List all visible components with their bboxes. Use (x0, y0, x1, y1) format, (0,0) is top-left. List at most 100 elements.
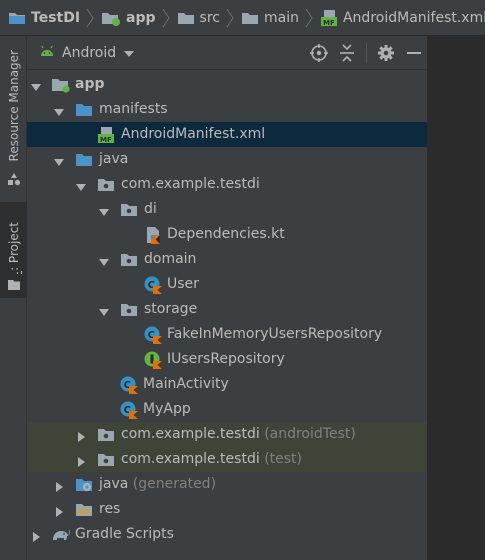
source-set-suffix: (test) (264, 451, 302, 467)
expand-arrow-icon[interactable] (54, 155, 64, 166)
kotlin-class-icon: C (144, 276, 162, 294)
tree-label: com.example.testdi (121, 176, 260, 192)
tree-label: Dependencies.kt (167, 226, 285, 242)
collapsed-arrow-icon[interactable] (54, 480, 64, 492)
breadcrumb-item-project[interactable]: TestDI (8, 0, 80, 36)
generated-suffix: (generated) (132, 476, 217, 492)
tree-label: Gradle Scripts (75, 526, 174, 542)
tree-node-gradle-scripts[interactable]: Gradle Scripts (27, 522, 427, 547)
toolbar-divider (366, 43, 367, 63)
chevron-right-icon (86, 8, 94, 28)
resource-manager-tab[interactable]: Resource Manager (0, 46, 27, 166)
kotlin-class-icon: C (144, 326, 162, 344)
kotlin-interface-icon (144, 351, 162, 369)
package-icon (97, 176, 115, 193)
breadcrumb-item-app[interactable]: app (101, 0, 156, 36)
tree-node-java-generated[interactable]: java (generated) (27, 472, 427, 497)
tree-node-di[interactable]: di (27, 197, 427, 222)
tree-node-package-test[interactable]: com.example.testdi (test) (27, 447, 427, 472)
folder-name: java (99, 476, 129, 492)
view-selector-dropdown[interactable]: Android (27, 44, 135, 61)
breadcrumb-src-label: src (199, 9, 220, 26)
chevron-right-icon (162, 8, 170, 28)
package-name: com.example.testdi (121, 451, 260, 467)
editor-area-edge (427, 36, 485, 560)
collapsed-arrow-icon[interactable] (54, 505, 64, 517)
tree-node-android-manifest[interactable]: MF AndroidManifest.xml (27, 122, 427, 147)
tree-node-user[interactable]: C User (27, 272, 427, 297)
tree-node-res[interactable]: res (27, 497, 427, 522)
tree-node-fake-repository[interactable]: C FakeInMemoryUsersRepository (27, 322, 427, 347)
folder-icon (75, 151, 93, 168)
app-label: app (75, 76, 105, 92)
package-icon (120, 251, 138, 268)
manifest-file-icon: MF (97, 126, 115, 144)
breadcrumb-app-label: app (126, 9, 156, 26)
svg-text:MF: MF (100, 136, 112, 144)
tree-label: MyApp (143, 401, 191, 417)
gradle-elephant-icon (51, 526, 71, 543)
expand-arrow-icon[interactable] (31, 80, 41, 91)
navigation-breadcrumb: TestDI app src main MF AndroidManifest.x… (0, 0, 485, 36)
collapsed-arrow-icon[interactable] (76, 455, 86, 467)
resource-manager-icon[interactable] (0, 168, 27, 190)
tree-node-java[interactable]: java (27, 147, 427, 172)
svg-text:MF: MF (323, 19, 335, 27)
tree-node-manifests[interactable]: manifests (27, 97, 427, 122)
tree-label: IUsersRepository (167, 351, 285, 367)
breadcrumb-project-label: TestDI (31, 9, 81, 26)
folder-icon[interactable] (0, 274, 27, 296)
collapsed-arrow-icon[interactable] (31, 530, 41, 542)
folder-icon (75, 101, 93, 118)
chevron-right-icon (226, 8, 234, 28)
folder-icon (241, 10, 259, 26)
package-icon (120, 301, 138, 318)
tree-node-iusers-repository[interactable]: IUsersRepository (27, 347, 427, 372)
kotlin-file-icon (144, 226, 162, 244)
collapse-all-icon[interactable] (334, 40, 360, 66)
package-name: com.example.testdi (121, 426, 260, 442)
module-folder-icon (101, 10, 121, 26)
tree-node-app[interactable]: app (27, 72, 427, 97)
source-set-suffix: (androidTest) (264, 426, 356, 442)
project-folder-icon (8, 10, 26, 26)
tree-node-package-android-test[interactable]: com.example.testdi (androidTest) (27, 422, 427, 447)
tree-label: MainActivity (143, 376, 229, 392)
project-panel-header: Android (27, 36, 427, 70)
generated-folder-icon (75, 476, 93, 493)
expand-arrow-icon[interactable] (99, 255, 109, 266)
expand-arrow-icon[interactable] (76, 180, 86, 191)
expand-arrow-icon[interactable] (99, 205, 109, 216)
breadcrumb-main-label: main (264, 9, 299, 26)
minimize-icon[interactable] (401, 40, 427, 66)
tree-node-domain[interactable]: domain (27, 247, 427, 272)
view-selector-label: Android (62, 44, 117, 61)
project-tab-label: 1: Project (7, 222, 21, 279)
expand-arrow-icon[interactable] (54, 105, 64, 116)
tree-node-dependencies[interactable]: Dependencies.kt (27, 222, 427, 247)
breadcrumb-item-manifest[interactable]: MF AndroidManifest.xml (320, 0, 485, 36)
breadcrumb-item-main[interactable]: main (241, 0, 299, 36)
tree-label: app (75, 76, 105, 93)
tree-label: AndroidManifest.xml (121, 126, 266, 142)
tree-label: com.example.testdi (test) (121, 451, 302, 468)
tree-node-package-main[interactable]: com.example.testdi (27, 172, 427, 197)
breadcrumb-item-src[interactable]: src (177, 0, 220, 36)
gear-icon[interactable] (373, 40, 399, 66)
tree-node-storage[interactable]: storage (27, 297, 427, 322)
tree-label: java (99, 151, 129, 167)
collapsed-arrow-icon[interactable] (76, 430, 86, 442)
folder-icon (177, 10, 195, 26)
tree-label: domain (144, 251, 197, 267)
tree-node-my-app[interactable]: C MyApp (27, 397, 427, 422)
breadcrumb-manifest-label: AndroidManifest.xml (342, 9, 485, 26)
expand-arrow-icon[interactable] (99, 305, 109, 316)
tree-label: res (99, 501, 121, 517)
tree-label: java (generated) (99, 476, 216, 493)
tree-label: storage (144, 301, 198, 317)
manifest-file-icon: MF (320, 9, 338, 27)
tree-node-main-activity[interactable]: C MainActivity (27, 372, 427, 397)
tree-label: com.example.testdi (androidTest) (121, 426, 356, 443)
tree-label: User (167, 276, 199, 292)
locate-file-icon[interactable] (306, 40, 332, 66)
